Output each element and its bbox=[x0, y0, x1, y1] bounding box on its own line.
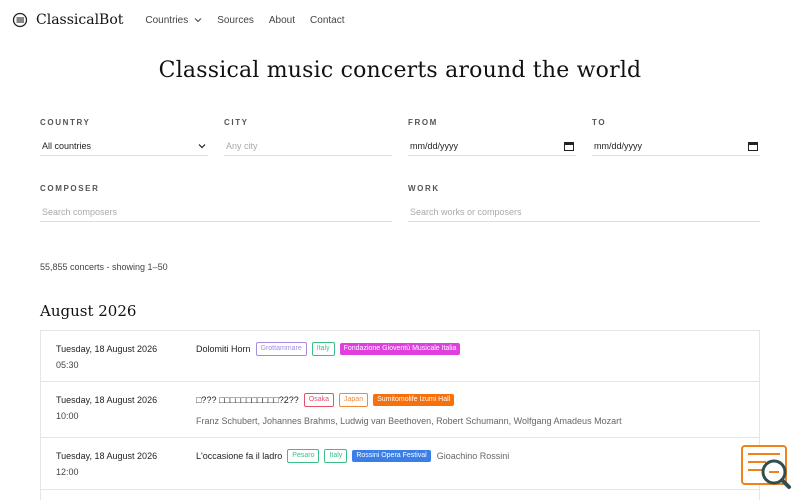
concert-time: 10:00 bbox=[56, 411, 79, 421]
concert-date: Tuesday, 18 August 2026 bbox=[56, 395, 158, 405]
nav-contact[interactable]: Contact bbox=[310, 15, 344, 26]
concert-composers: Franz Schubert, Johannes Brahms, Ludwig … bbox=[196, 416, 622, 426]
results-count: 55,855 concerts - showing 1–50 bbox=[40, 262, 168, 272]
chevron-down-icon bbox=[198, 142, 206, 150]
to-date-value: mm/dd/yyyy bbox=[594, 140, 643, 151]
nav-sources[interactable]: Sources bbox=[217, 15, 254, 26]
table-row[interactable]: Tuesday, 18 August 2026 05:30 Dolomiti H… bbox=[41, 331, 759, 382]
filter-composer: COMPOSER Search composers bbox=[40, 184, 392, 222]
filter-city: CITY Any city bbox=[224, 118, 392, 156]
page-title: Classical music concerts around the worl… bbox=[158, 58, 642, 83]
concert-list: Tuesday, 18 August 2026 05:30 Dolomiti H… bbox=[40, 330, 760, 500]
concert-title-line: □??? □□□□□□□□□□□?2?? Osaka Japan Sumitom… bbox=[196, 393, 455, 407]
table-row[interactable]: Tuesday, 18 August 2026 10:00 □??? □□□□□… bbox=[41, 382, 759, 438]
filter-to: TO mm/dd/yyyy bbox=[592, 118, 760, 156]
to-label: TO bbox=[592, 118, 607, 127]
country-select-value: All countries bbox=[42, 140, 92, 151]
composer-search-input[interactable]: Search composers bbox=[40, 202, 392, 222]
brand-logo[interactable]: ClassicalBot bbox=[12, 12, 123, 28]
city-label: CITY bbox=[224, 118, 249, 127]
from-date-value: mm/dd/yyyy bbox=[410, 140, 459, 151]
calendar-icon[interactable] bbox=[748, 141, 758, 151]
city-badge[interactable]: Pesaro bbox=[287, 449, 320, 463]
concert-composers: Gioachino Rossini bbox=[436, 451, 510, 461]
concert-title[interactable]: L'occasione fa il ladro bbox=[196, 451, 282, 461]
venue-badge[interactable]: Sumitomolife Izumi Hall bbox=[373, 394, 455, 406]
logo-icon bbox=[12, 12, 28, 28]
calendar-icon[interactable] bbox=[564, 141, 574, 151]
nav-countries-label: Countries bbox=[145, 14, 189, 26]
top-nav: ClassicalBot Countries Sources About Con… bbox=[0, 0, 800, 40]
city-input-placeholder: Any city bbox=[226, 140, 258, 151]
venue-badge[interactable]: Rossini Opera Festival bbox=[352, 450, 431, 462]
country-badge[interactable]: Italy bbox=[311, 342, 335, 356]
to-date-input[interactable]: mm/dd/yyyy bbox=[592, 136, 760, 156]
chevron-down-icon bbox=[194, 16, 202, 24]
concert-title[interactable]: □??? □□□□□□□□□□□?2?? bbox=[196, 395, 299, 405]
work-search-input[interactable]: Search works or composers bbox=[408, 202, 760, 222]
concert-date: Tuesday, 18 August 2026 bbox=[56, 451, 158, 461]
month-heading: August 2026 bbox=[40, 302, 137, 320]
filter-country: COUNTRY All countries bbox=[40, 118, 208, 156]
nav-about[interactable]: About bbox=[269, 15, 295, 26]
filter-work: WORK Search works or composers bbox=[408, 184, 760, 222]
city-input[interactable]: Any city bbox=[224, 136, 392, 156]
from-date-input[interactable]: mm/dd/yyyy bbox=[408, 136, 576, 156]
filter-from: FROM mm/dd/yyyy bbox=[408, 118, 576, 156]
country-badge[interactable]: Italy bbox=[324, 449, 348, 463]
nav-links: Countries Sources About Contact bbox=[145, 15, 359, 26]
concert-time: 05:30 bbox=[56, 360, 79, 370]
concert-title-line: L'occasione fa il ladro Pesaro Italy Ros… bbox=[196, 449, 509, 463]
work-search-placeholder: Search works or composers bbox=[410, 206, 522, 217]
composer-label: COMPOSER bbox=[40, 184, 100, 193]
country-badge[interactable]: Japan bbox=[339, 393, 369, 407]
concert-date: Tuesday, 18 August 2026 bbox=[56, 344, 158, 354]
concert-title[interactable]: Dolomiti Horn bbox=[196, 344, 251, 354]
work-label: WORK bbox=[408, 184, 440, 193]
country-label: COUNTRY bbox=[40, 118, 91, 127]
brand-name: ClassicalBot bbox=[36, 12, 124, 28]
venue-badge[interactable]: Fondazione Gioventù Musicale Italia bbox=[339, 343, 461, 355]
country-select[interactable]: All countries bbox=[40, 136, 208, 156]
nav-countries[interactable]: Countries bbox=[145, 15, 202, 26]
concert-title-line: Dolomiti Horn Grottammare Italy Fondazio… bbox=[196, 342, 461, 356]
table-row[interactable]: Tuesday, 18 August 2026 12:00 L'occasion… bbox=[41, 438, 759, 490]
concert-time: 12:00 bbox=[56, 467, 79, 477]
search-widget[interactable] bbox=[740, 442, 792, 492]
composer-search-placeholder: Search composers bbox=[42, 206, 118, 217]
city-badge[interactable]: Grottammare bbox=[255, 342, 307, 356]
city-badge[interactable]: Osaka bbox=[303, 393, 335, 407]
from-label: FROM bbox=[408, 118, 438, 127]
